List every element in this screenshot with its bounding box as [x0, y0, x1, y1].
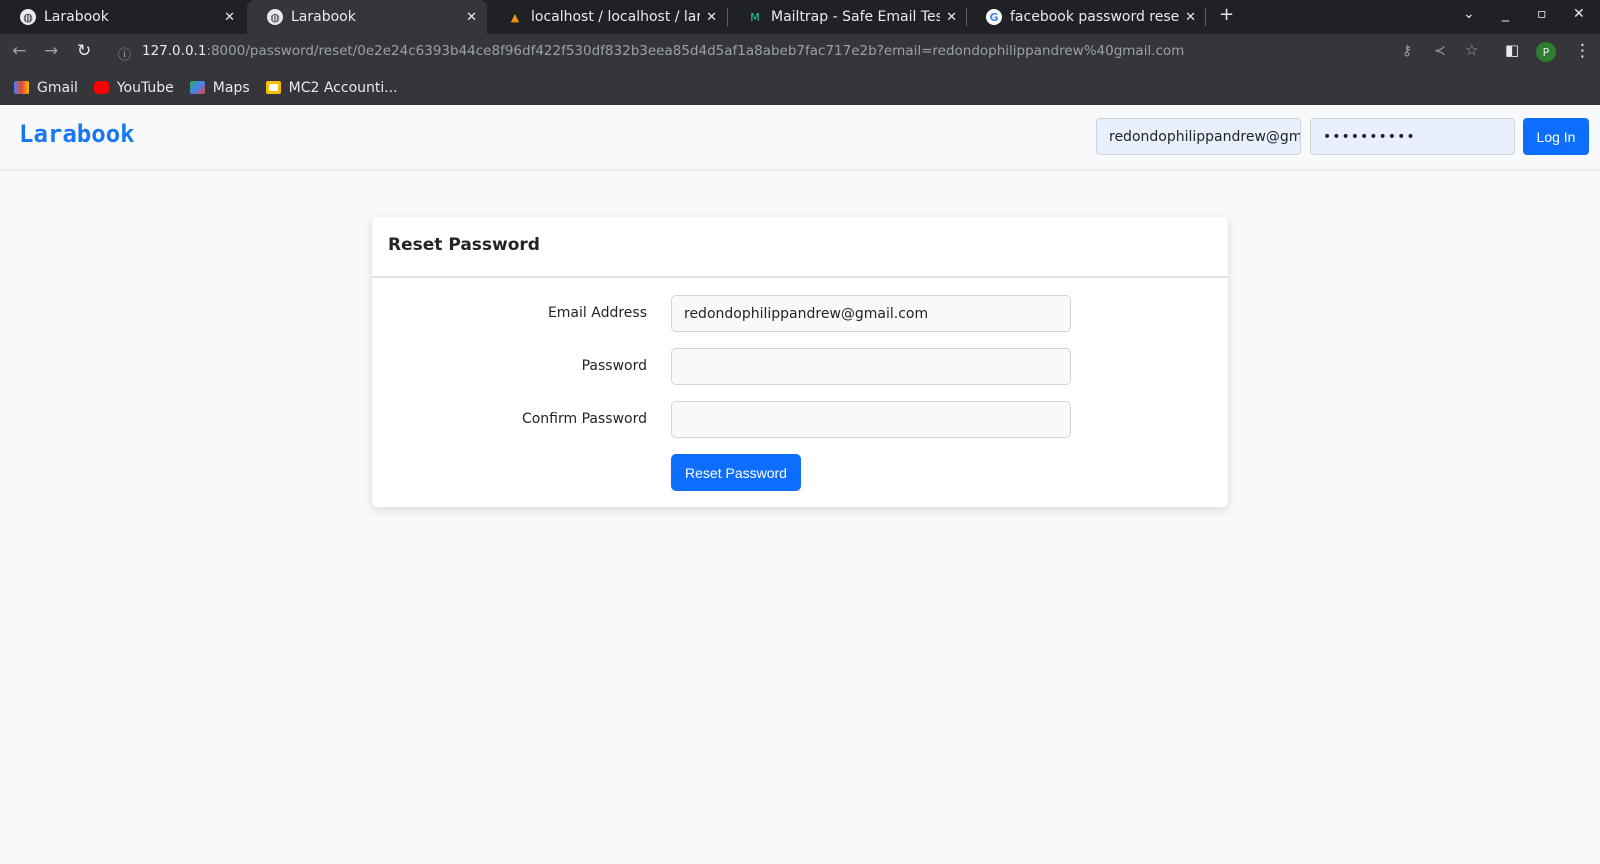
- tab-title: Mailtrap - Safe Email Testi: [771, 9, 941, 25]
- navbar: Larabook redondophilippandrew@gmail.com …: [0, 105, 1600, 169]
- bookmark-label: Maps: [212, 79, 250, 96]
- tab-separator: [1205, 8, 1206, 26]
- maximize-icon[interactable]: ▫: [1537, 6, 1547, 22]
- close-tab-icon[interactable]: ✕: [224, 10, 235, 25]
- bookmark-maps[interactable]: Maps: [189, 79, 250, 96]
- tab-title: Larabook: [291, 9, 356, 25]
- bookmark-label: YouTube: [116, 79, 174, 96]
- password-input[interactable]: [671, 348, 1071, 385]
- tab-mailtrap[interactable]: M Mailtrap - Safe Email Testi ✕: [727, 0, 967, 34]
- login-password-input[interactable]: ••••••••••: [1310, 118, 1515, 155]
- reset-password-button[interactable]: Reset Password: [671, 454, 801, 491]
- youtube-icon: [93, 81, 109, 94]
- tab-title: Larabook: [44, 9, 109, 25]
- maps-icon: [189, 81, 205, 94]
- tab-bar: ◍ Larabook ✕ ◍ Larabook ✕ ▲ localhost / local…: [0, 0, 1600, 34]
- bookmark-label: MC2 Accounti...: [288, 79, 398, 96]
- tab-larabook-2[interactable]: ◍ Larabook ✕: [247, 0, 487, 34]
- profile-avatar[interactable]: P: [1536, 42, 1556, 62]
- tab-title: facebook password reset: [1010, 9, 1180, 25]
- url-host: 127.0.0.1: [142, 43, 207, 59]
- new-tab-icon[interactable]: +: [1219, 4, 1234, 25]
- globe-icon: ◍: [267, 9, 283, 25]
- close-tab-icon[interactable]: ✕: [946, 10, 957, 25]
- password-label: Password: [581, 358, 647, 374]
- bookmark-label: Gmail: [37, 79, 78, 96]
- tab-google[interactable]: Gfacebook password reset ✕: [966, 0, 1206, 34]
- reload-icon[interactable]: ↻: [77, 41, 91, 61]
- tab-title: localhost / localhost / lara: [531, 9, 701, 25]
- login-email-input[interactable]: redondophilippandrew@gmail.com: [1096, 118, 1301, 155]
- tab-search-icon[interactable]: ⌄: [1463, 6, 1475, 22]
- bookmark-gmail[interactable]: Gmail: [14, 80, 78, 96]
- gmail-icon: [14, 81, 29, 94]
- confirm-password-label: Confirm Password: [521, 411, 647, 427]
- phpmyadmin-icon: ▲: [510, 10, 520, 24]
- bookmark-mc2[interactable]: MC2 Accounti...: [265, 79, 398, 96]
- reset-password-card: Reset Password Email Address redondophil…: [372, 217, 1228, 507]
- tab-larabook-1[interactable]: ◍ Larabook ✕: [0, 0, 245, 34]
- tab-phpmyadmin[interactable]: ▲ localhost / localhost / lara ✕: [487, 0, 727, 34]
- back-icon[interactable]: ←: [12, 41, 26, 61]
- slides-icon: [265, 81, 281, 94]
- close-tab-icon[interactable]: ✕: [466, 10, 477, 25]
- card-title: Reset Password: [372, 217, 1228, 278]
- globe-icon: ◍: [20, 9, 36, 25]
- site-info-icon[interactable]: ⓘ: [118, 44, 131, 63]
- address-bar[interactable]: 127.0.0.1:8000/password/reset/0e2e24c639…: [142, 43, 1184, 59]
- share-icon[interactable]: ≺: [1434, 43, 1446, 59]
- address-toolbar: ← → ↻ ⓘ 127.0.0.1:8000/password/reset/0e…: [0, 34, 1600, 70]
- bookmarks-bar: Gmail YouTube Maps MC2 Accounti...: [0, 70, 1600, 105]
- mailtrap-icon: M: [750, 10, 760, 24]
- url-path: :8000/password/reset/0e2e24c6393b44ce8f9…: [206, 43, 1185, 59]
- login-button[interactable]: Log In: [1523, 118, 1589, 155]
- browser-chrome: ◍ Larabook ✕ ◍ Larabook ✕ ▲ localhost / local…: [0, 0, 1600, 105]
- close-tab-icon[interactable]: ✕: [706, 10, 717, 25]
- key-icon[interactable]: ⚷: [1402, 43, 1412, 59]
- menu-icon[interactable]: ⋮: [1574, 41, 1591, 61]
- confirm-password-input[interactable]: [671, 401, 1071, 438]
- bookmark-youtube[interactable]: YouTube: [93, 79, 174, 96]
- google-icon: G: [986, 9, 1002, 25]
- email-label: Email Address: [547, 305, 647, 321]
- email-input[interactable]: redondophilippandrew@gmail.com: [671, 295, 1071, 332]
- close-tab-icon[interactable]: ✕: [1185, 10, 1196, 25]
- forward-icon[interactable]: →: [44, 41, 58, 61]
- bookmark-star-icon[interactable]: ☆: [1465, 41, 1478, 59]
- side-panel-icon[interactable]: ◧: [1505, 41, 1519, 59]
- brand-logo[interactable]: Larabook: [19, 120, 135, 148]
- minimize-icon[interactable]: _: [1502, 6, 1509, 22]
- close-window-icon[interactable]: ✕: [1573, 6, 1585, 22]
